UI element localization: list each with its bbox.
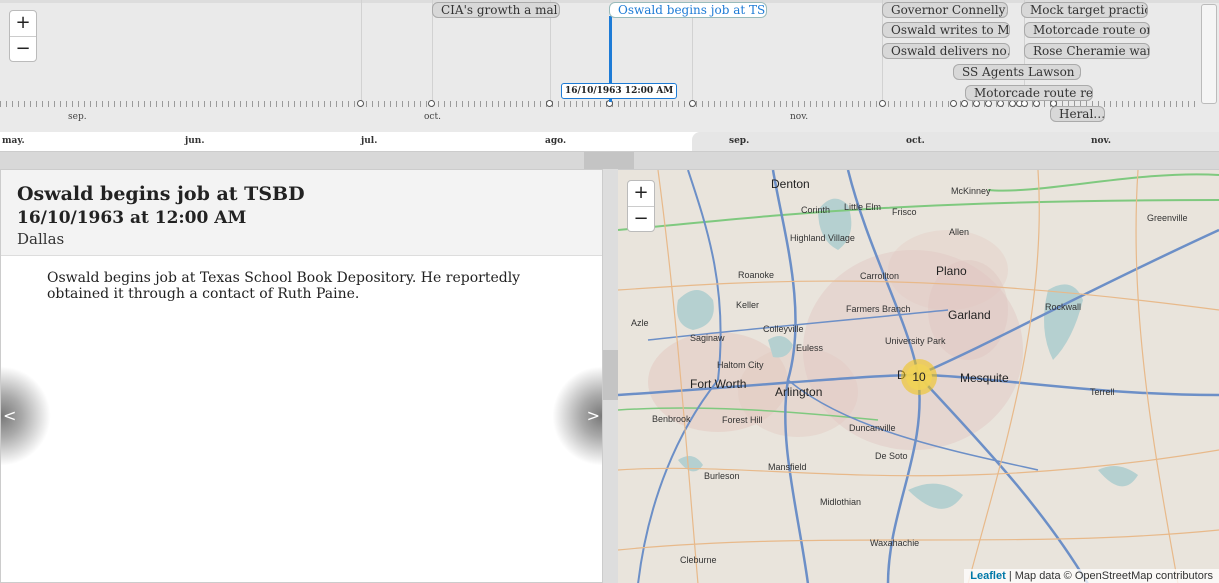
timeline-zoom-control: + − <box>9 10 37 62</box>
timeline-dot[interactable] <box>689 100 696 107</box>
map-zoom-out-button[interactable]: − <box>628 206 654 231</box>
timeline-major-label: jul. <box>361 136 378 146</box>
timeline-dot[interactable] <box>879 100 886 107</box>
cluster-count: 10 <box>906 364 932 390</box>
city-label: Mansfield <box>768 462 807 472</box>
city-label: Saginaw <box>690 333 725 343</box>
timeline-zoom-in-button[interactable]: + <box>10 11 36 36</box>
timeline-major-band-highlight <box>692 132 1219 151</box>
city-label: Cleburne <box>680 555 717 565</box>
timeline[interactable]: sep. oct. nov. may. jun. jul. ago. sep. … <box>0 0 1219 152</box>
event-date: 16/10/1963 at 12:00 AM <box>17 208 247 228</box>
city-label: Corinth <box>801 205 831 215</box>
city-label: Forest Hill <box>722 415 763 425</box>
timeline-dot[interactable] <box>961 100 968 107</box>
timeline-event-selected[interactable]: Oswald begins job at TSBD <box>609 2 767 18</box>
timeline-dot[interactable] <box>985 100 992 107</box>
previous-event-button[interactable]: < <box>1 366 51 466</box>
timeline-dot[interactable] <box>546 100 553 107</box>
timeline-major-label: nov. <box>1091 136 1112 146</box>
timeline-event[interactable]: Motorcade route on… <box>1024 22 1150 38</box>
city-label: Benbrook <box>652 414 691 424</box>
timeline-zoom-out-button[interactable]: − <box>10 36 36 61</box>
timeline-major-label: ago. <box>545 136 567 146</box>
event-detail-panel: Oswald begins job at TSBD 16/10/1963 at … <box>0 169 603 583</box>
city-label: Rockwall <box>1045 302 1082 312</box>
timeline-scrollbar[interactable] <box>1201 4 1217 104</box>
city-label: De Soto <box>875 451 908 461</box>
city-label: Fort Worth <box>690 377 747 391</box>
city-label: Farmers Branch <box>846 304 911 314</box>
city-label: Euless <box>796 343 824 353</box>
city-label: Waxahachie <box>870 538 920 548</box>
city-label: Haltom City <box>717 360 764 370</box>
city-label: Azle <box>631 318 649 328</box>
timeline-dot[interactable] <box>997 100 1004 107</box>
city-label: Keller <box>736 300 760 310</box>
city-label: Terrell <box>1090 387 1115 397</box>
map-zoom-control: + − <box>627 180 655 232</box>
timeline-dot[interactable] <box>950 100 957 107</box>
event-detail-header: Oswald begins job at TSBD 16/10/1963 at … <box>1 170 602 256</box>
map-marker-cluster[interactable]: 10 <box>901 359 937 395</box>
timeline-event[interactable]: Rose Cheramie war… <box>1024 43 1150 59</box>
map-view[interactable]: McKinney Greenville Corinth Little Elm F… <box>618 169 1219 583</box>
timeline-event[interactable]: Governor Connelly… <box>882 2 1008 18</box>
timeline-event[interactable]: SS Agents Lawson … <box>953 64 1081 80</box>
city-label: Midlothian <box>820 497 862 507</box>
horizontal-splitter-handle[interactable] <box>584 152 634 169</box>
map-attribution: Leaflet | Map data © OpenStreetMap contr… <box>964 569 1219 583</box>
event-title: Oswald begins job at TSBD <box>17 183 305 205</box>
timeline-event[interactable]: CIA's growth a mal… <box>432 2 560 18</box>
timeline-gridline <box>361 0 362 104</box>
vertical-splitter-handle[interactable] <box>603 350 618 400</box>
timeline-dot[interactable] <box>973 100 980 107</box>
timeline-date-tooltip: 16/10/1963 12:00 AM <box>561 83 678 99</box>
city-label: Allen <box>949 227 970 237</box>
city-label: McKinney <box>951 186 991 196</box>
city-label: Duncanville <box>849 423 896 433</box>
timeline-event[interactable]: Mock target practic… <box>1021 2 1148 18</box>
leaflet-link[interactable]: Leaflet <box>970 570 1005 582</box>
timeline-minor-label: nov. <box>790 112 809 122</box>
city-label: Arlington <box>775 385 823 399</box>
city-label: Denton <box>771 177 810 191</box>
timeline-major-label: may. <box>2 136 25 146</box>
timeline-dot[interactable] <box>357 100 364 107</box>
timeline-minor-label: oct. <box>424 112 441 122</box>
timeline-dot[interactable] <box>1033 100 1040 107</box>
attribution-text: | Map data © OpenStreetMap contributors <box>1005 570 1213 582</box>
timeline-major-label: sep. <box>729 136 750 146</box>
city-label: Burleson <box>704 471 740 481</box>
city-label: Frisco <box>892 207 917 217</box>
city-label: Plano <box>936 264 967 278</box>
timeline-major-label: jun. <box>185 136 205 146</box>
city-label: Highland Village <box>790 233 855 243</box>
timeline-event[interactable]: Motorcade route re… <box>965 85 1093 101</box>
timeline-dot[interactable] <box>428 100 435 107</box>
city-label: Mesquite <box>960 371 1009 385</box>
city-label: Carrollton <box>860 271 900 281</box>
event-description: Oswald begins job at Texas School Book D… <box>47 270 521 302</box>
timeline-event[interactable]: Oswald delivers no… <box>882 43 1010 59</box>
city-label: Colleyville <box>763 324 804 334</box>
event-place: Dallas <box>17 230 65 248</box>
city-label: Roanoke <box>738 270 775 280</box>
timeline-dot[interactable] <box>1021 100 1028 107</box>
city-label: Little Elm <box>844 202 882 212</box>
next-event-button[interactable]: > <box>552 366 602 466</box>
app-root: sep. oct. nov. may. jun. jul. ago. sep. … <box>0 0 1219 583</box>
city-label: Garland <box>948 308 991 322</box>
timeline-minor-label: sep. <box>68 112 87 122</box>
map-zoom-in-button[interactable]: + <box>628 181 654 206</box>
timeline-event[interactable]: Heral… <box>1050 106 1105 122</box>
timeline-dot[interactable] <box>1009 100 1016 107</box>
timeline-major-label: oct. <box>906 136 925 146</box>
city-label: University Park <box>885 336 946 346</box>
timeline-event[interactable]: Oswald writes to M… <box>882 22 1010 38</box>
city-label: Greenville <box>1147 213 1188 223</box>
